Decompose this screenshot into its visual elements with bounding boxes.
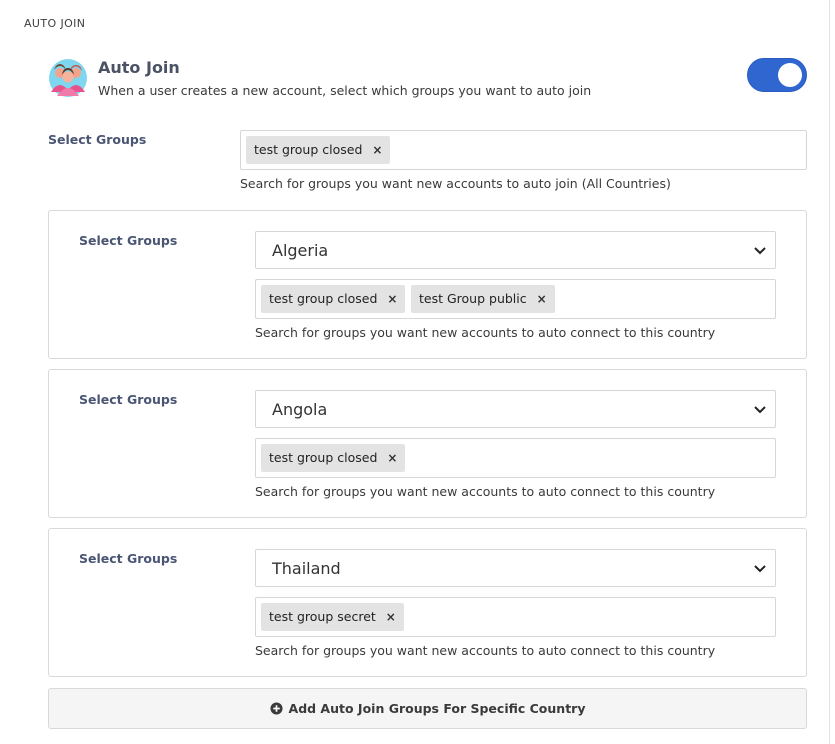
country-select-value: Angola: [272, 400, 328, 419]
country-select-groups-label: Select Groups: [79, 233, 178, 248]
add-country-groups-button[interactable]: Add Auto Join Groups For Specific Countr…: [48, 688, 807, 729]
global-select-groups-label: Select Groups: [48, 132, 147, 147]
group-tag: test group closed ×: [261, 285, 406, 313]
country-select-groups-label: Select Groups: [79, 551, 178, 566]
group-tag-label: test group closed: [269, 291, 378, 306]
group-tag: test group secret ×: [261, 603, 404, 631]
group-tag: test group closed ×: [246, 136, 391, 164]
auto-join-title: Auto Join: [98, 58, 180, 77]
auto-join-description: When a user creates a new account, selec…: [98, 83, 592, 98]
chevron-down-icon: [754, 406, 766, 414]
country-groups-input[interactable]: test group secret ×: [255, 597, 776, 637]
group-tag-label: test group secret: [269, 609, 376, 624]
country-groups-help: Search for groups you want new accounts …: [255, 325, 716, 340]
country-card-angola: Select Groups Angola test group closed × …: [48, 369, 807, 518]
auto-join-toggle[interactable]: [747, 58, 807, 92]
country-select[interactable]: Angola: [255, 390, 776, 428]
country-groups-input[interactable]: test group closed ×: [255, 438, 776, 478]
group-tag-label: test group closed: [269, 450, 378, 465]
country-select-groups-label: Select Groups: [79, 392, 178, 407]
country-groups-help: Search for groups you want new accounts …: [255, 643, 716, 658]
group-tag-label: test group closed: [254, 142, 363, 157]
add-button-content: Add Auto Join Groups For Specific Countr…: [269, 701, 586, 716]
country-card-algeria: Select Groups Algeria test group closed ×…: [48, 210, 807, 359]
country-groups-input[interactable]: test group closed × test Group public ×: [255, 279, 776, 319]
group-tag-label: test Group public: [419, 291, 527, 306]
remove-tag-icon[interactable]: ×: [537, 285, 547, 313]
add-button-label: Add Auto Join Groups For Specific Countr…: [288, 701, 586, 716]
auto-join-header: Auto Join When a user creates a new acco…: [48, 56, 808, 102]
chevron-down-icon: [754, 565, 766, 573]
plus-circle-icon: [269, 702, 283, 715]
group-avatar-icon: [49, 59, 87, 97]
toggle-knob: [778, 63, 802, 87]
country-select-value: Thailand: [272, 559, 341, 578]
country-groups-help: Search for groups you want new accounts …: [255, 484, 716, 499]
panel-right-border: [829, 0, 830, 744]
section-label: AUTO JOIN: [24, 17, 86, 30]
remove-tag-icon[interactable]: ×: [372, 136, 382, 164]
country-select-value: Algeria: [272, 241, 329, 260]
global-groups-help: Search for groups you want new accounts …: [240, 176, 671, 191]
group-tag: test Group public ×: [411, 285, 555, 313]
country-card-thailand: Select Groups Thailand test group secret…: [48, 528, 807, 677]
remove-tag-icon[interactable]: ×: [386, 603, 396, 631]
remove-tag-icon[interactable]: ×: [387, 444, 397, 472]
country-select[interactable]: Algeria: [255, 231, 776, 269]
country-select[interactable]: Thailand: [255, 549, 776, 587]
group-tag: test group closed ×: [261, 444, 406, 472]
chevron-down-icon: [754, 247, 766, 255]
remove-tag-icon[interactable]: ×: [387, 285, 397, 313]
global-groups-input[interactable]: test group closed ×: [240, 130, 807, 170]
